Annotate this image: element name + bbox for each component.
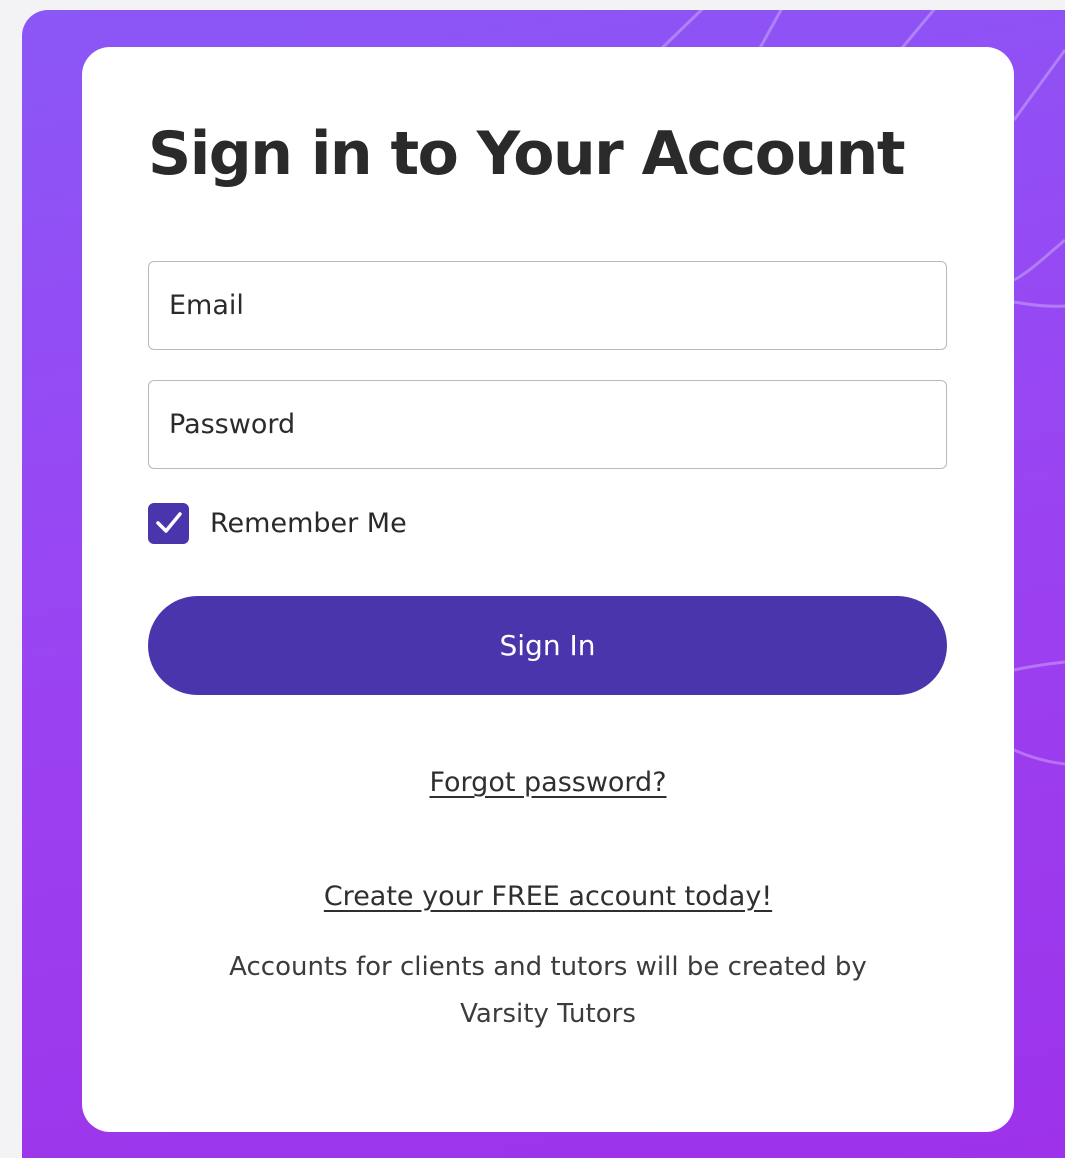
account-note-text: Accounts for clients and tutors will be … xyxy=(229,952,867,1029)
password-input[interactable] xyxy=(149,381,946,468)
sign-in-button[interactable]: Sign In xyxy=(148,596,947,695)
forgot-password-link[interactable]: Forgot password? xyxy=(82,767,1014,798)
remember-me-option[interactable]: Remember Me xyxy=(148,502,407,544)
page-title: Sign in to Your Account xyxy=(148,119,906,189)
create-account-link[interactable]: Create your FREE account today! xyxy=(82,881,1014,912)
remember-me-label: Remember Me xyxy=(210,507,407,539)
remember-me-checkbox[interactable] xyxy=(148,502,189,544)
email-input[interactable] xyxy=(149,262,946,349)
checkmark-icon xyxy=(155,512,182,533)
password-field[interactable] xyxy=(148,380,947,469)
email-field[interactable] xyxy=(148,261,947,350)
login-card: Sign in to Your Account Remember Me Sign… xyxy=(82,47,1014,1132)
